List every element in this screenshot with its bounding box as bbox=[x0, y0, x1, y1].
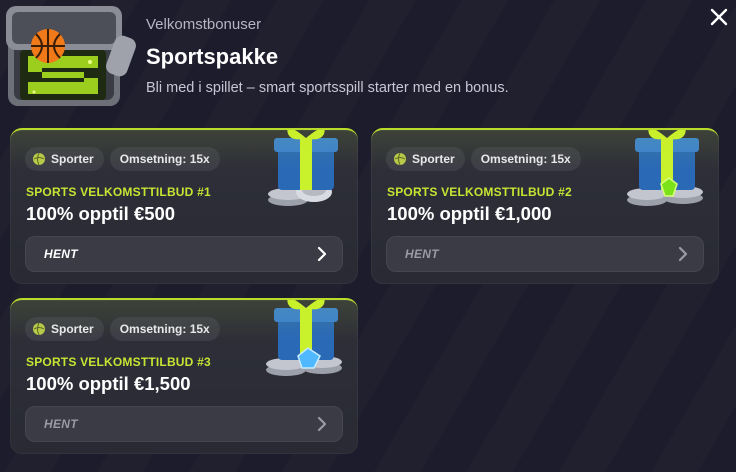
offer-card-1: Sporter Omsetning: 15x SPORTS VELKOMSTTI… bbox=[10, 128, 358, 284]
chevron-right-icon bbox=[678, 246, 688, 262]
claim-button[interactable]: HENT bbox=[25, 236, 343, 272]
offer-amount: 100% opptil €1,500 bbox=[26, 373, 191, 394]
offer-tags: Sporter Omsetning: 15x bbox=[386, 147, 581, 171]
bonus-header: Velkomstbonuser Sportspakke Bli med i sp… bbox=[0, 0, 736, 120]
sports-ball-icon bbox=[33, 322, 45, 336]
gift-box-icon bbox=[268, 130, 338, 206]
sport-tag-label: Sporter bbox=[51, 322, 94, 336]
claim-button-label: HENT bbox=[44, 417, 78, 431]
offer-tags: Sporter Omsetning: 15x bbox=[25, 147, 220, 171]
gift-box-icon bbox=[266, 300, 342, 376]
page-title: Sportspakke bbox=[146, 44, 279, 69]
treasure-chest-icon bbox=[6, 6, 136, 106]
offer-amount: 100% opptil €1,000 bbox=[387, 203, 552, 224]
chevron-right-icon bbox=[317, 246, 327, 262]
claim-button-label: HENT bbox=[44, 247, 78, 261]
header-description: Bli med i spillet – smart sportsspill st… bbox=[146, 80, 509, 96]
offer-amount: 100% opptil €500 bbox=[26, 203, 176, 224]
wager-tag-label: Omsetning: 15x bbox=[119, 322, 210, 336]
offer-card-3: Sporter Omsetning: 15x SPORTS VELKOMSTTI… bbox=[10, 298, 358, 454]
wager-tag: Omsetning: 15x bbox=[470, 147, 581, 171]
offer-card-2: Sporter Omsetning: 15x SPORTS VELKOMSTTI… bbox=[371, 128, 719, 284]
wager-tag-label: Omsetning: 15x bbox=[119, 152, 210, 166]
sports-ball-icon bbox=[33, 152, 45, 166]
sport-tag: Sporter bbox=[25, 147, 104, 171]
claim-button[interactable]: HENT bbox=[25, 406, 343, 442]
offer-label: SPORTS VELKOMSTTILBUD #1 bbox=[26, 185, 211, 199]
sport-tag: Sporter bbox=[386, 147, 465, 171]
close-icon[interactable] bbox=[706, 4, 732, 30]
wager-tag-label: Omsetning: 15x bbox=[480, 152, 571, 166]
wager-tag: Omsetning: 15x bbox=[109, 147, 220, 171]
offer-label: SPORTS VELKOMSTTILBUD #2 bbox=[387, 185, 572, 199]
gift-box-icon bbox=[627, 130, 703, 206]
claim-button-label: HENT bbox=[405, 247, 439, 261]
offer-label: SPORTS VELKOMSTTILBUD #3 bbox=[26, 355, 211, 369]
sport-tag-label: Sporter bbox=[412, 152, 455, 166]
wager-tag: Omsetning: 15x bbox=[109, 317, 220, 341]
sports-ball-icon bbox=[394, 152, 406, 166]
sport-tag-label: Sporter bbox=[51, 152, 94, 166]
chevron-right-icon bbox=[317, 416, 327, 432]
sport-tag: Sporter bbox=[25, 317, 104, 341]
header-subtitle: Velkomstbonuser bbox=[146, 16, 262, 33]
offer-tags: Sporter Omsetning: 15x bbox=[25, 317, 220, 341]
claim-button[interactable]: HENT bbox=[386, 236, 704, 272]
